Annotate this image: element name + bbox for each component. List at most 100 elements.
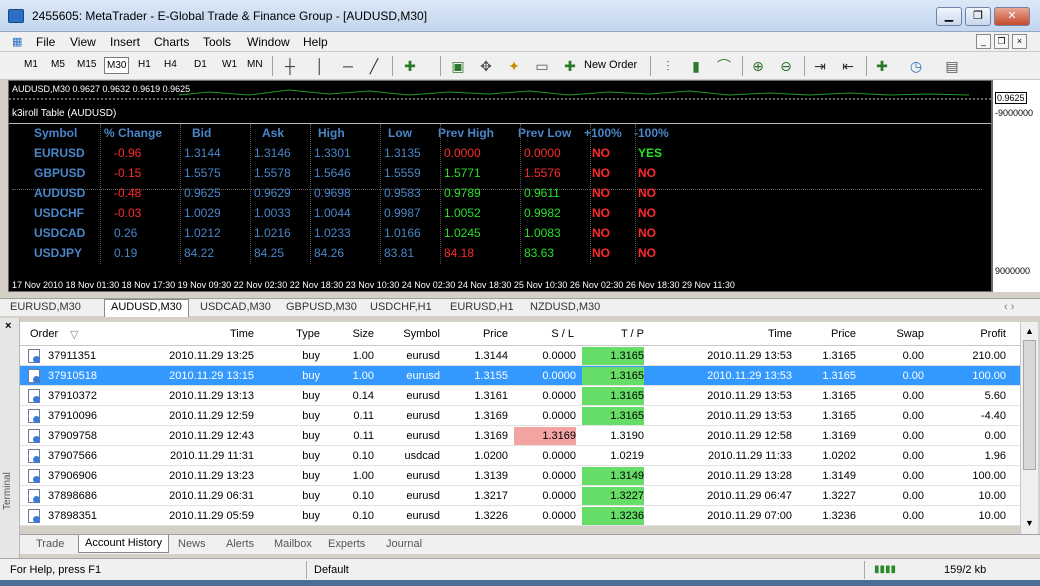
history-row[interactable]: 37898686 2010.11.29 06:31 buy 0.10 eurusd 1.3… — [20, 486, 1020, 506]
tab-scroll-arrows[interactable]: ‹ › — [1004, 301, 1014, 313]
chart-tab-usdcad-m30[interactable]: USDCAD,M30 — [200, 301, 271, 313]
add-indicator-icon[interactable]: ✚ — [402, 58, 418, 74]
tab-mailbox[interactable]: Mailbox — [274, 538, 312, 550]
timeframe-h1[interactable]: H1 — [138, 59, 151, 70]
column-header-close-price[interactable]: Price — [810, 328, 856, 340]
crosshair-icon[interactable]: ┼ — [282, 58, 298, 74]
zoom-in-icon[interactable]: ⊕ — [750, 58, 766, 74]
column-header-type[interactable]: Type — [270, 328, 320, 340]
maximize-button[interactable]: ❐ — [965, 7, 991, 26]
market-watch-icon[interactable]: ▣ — [450, 58, 466, 74]
document-icon[interactable]: ▦ — [12, 35, 22, 48]
tab-experts[interactable]: Experts — [328, 538, 365, 550]
terminal-close-icon[interactable]: × — [5, 320, 11, 332]
history-cell-open-price: 1.3161 — [474, 390, 508, 402]
status-profile[interactable]: Default — [314, 564, 349, 576]
history-row[interactable]: 37910372 2010.11.29 13:13 buy 0.14 eurusd 1.3… — [20, 386, 1020, 406]
scroll-thumb[interactable] — [1023, 340, 1036, 470]
column-header-swap[interactable]: Swap — [880, 328, 924, 340]
tab-news[interactable]: News — [178, 538, 206, 550]
menu-tools[interactable]: Tools — [203, 35, 231, 49]
timeframe-h4[interactable]: H4 — [164, 59, 177, 70]
tab-journal[interactable]: Journal — [386, 538, 422, 550]
scroll-up-icon[interactable]: ▲ — [1025, 326, 1034, 336]
favorites-icon[interactable]: ✦ — [506, 58, 522, 74]
history-row[interactable]: 37911351 2010.11.29 13:25 buy 1.00 eurusd 1.3… — [20, 346, 1020, 366]
history-row[interactable]: 37907566 2010.11.29 11:31 buy 0.10 usdcad 1.0… — [20, 446, 1020, 466]
column-header-open-time[interactable]: Time — [180, 328, 254, 340]
history-cell-size: 1.00 — [352, 370, 374, 382]
mdi-restore-button[interactable]: ❐ — [994, 34, 1009, 49]
auto-scroll-icon[interactable]: ⇥ — [812, 58, 828, 74]
candlestick-icon[interactable]: ▮ — [688, 58, 704, 74]
bar-chart-icon[interactable]: ⫶ — [660, 58, 676, 74]
tab-account-history[interactable]: Account History — [78, 535, 170, 553]
history-cell-open-price: 1.3169 — [474, 410, 508, 422]
history-row[interactable]: 37906906 2010.11.29 13:23 buy 1.00 eurusd 1.3… — [20, 466, 1020, 486]
metatrader-app-icon[interactable] — [8, 9, 24, 23]
new-order-icon[interactable]: ✚ — [562, 58, 578, 74]
timeframe-d1[interactable]: D1 — [194, 59, 207, 70]
menu-help[interactable]: Help — [303, 35, 328, 49]
templates-icon[interactable]: ▤ — [944, 58, 960, 74]
chart-tab-audusd-m30[interactable]: AUDUSD,M30 — [104, 299, 189, 317]
terminal-icon[interactable]: ▭ — [534, 58, 550, 74]
menu-charts[interactable]: Charts — [154, 35, 189, 49]
scroll-down-icon[interactable]: ▼ — [1025, 518, 1034, 528]
column-header-profit[interactable]: Profit — [950, 328, 1006, 340]
menu-view[interactable]: View — [70, 35, 96, 49]
history-row[interactable]: 37909758 2010.11.29 12:43 buy 0.11 eurusd 1.3… — [20, 426, 1020, 446]
k3-column-separator — [250, 124, 251, 264]
periodicity-icon[interactable]: ◷ — [908, 58, 924, 74]
chart-shift-icon[interactable]: ⇤ — [840, 58, 856, 74]
k3-cell-prev-low: 0.0000 — [524, 146, 561, 160]
indicators-icon[interactable]: ✚ — [874, 58, 890, 74]
zoom-out-icon[interactable]: ⊖ — [778, 58, 794, 74]
minimize-button[interactable]: ▁ — [936, 7, 962, 26]
chart-tab-usdchf-h1[interactable]: USDCHF,H1 — [370, 301, 432, 313]
history-row[interactable]: 37898351 2010.11.29 05:59 buy 0.10 eurusd 1.3… — [20, 506, 1020, 526]
timeframe-w1[interactable]: W1 — [222, 59, 237, 70]
history-cell-type: buy — [302, 390, 320, 402]
close-button[interactable]: ✕ — [994, 7, 1030, 26]
chart-tab-eurusd-h1[interactable]: EURUSD,H1 — [450, 301, 514, 313]
column-header-symbol[interactable]: Symbol — [390, 328, 440, 340]
column-header-close-time[interactable]: Time — [700, 328, 792, 340]
mdi-close-button[interactable]: × — [1012, 34, 1027, 49]
timeframe-m1[interactable]: M1 — [24, 59, 38, 70]
timeframe-m30[interactable]: M30 — [104, 57, 130, 74]
navigator-icon[interactable]: ✥ — [478, 58, 494, 74]
line-chart-icon[interactable]: ⌒ — [716, 58, 732, 74]
k3-row-separator — [12, 189, 982, 190]
chart-area[interactable] — [8, 80, 992, 292]
trendline-icon[interactable]: ╱ — [366, 58, 382, 74]
column-header-stop-loss[interactable]: S / L — [520, 328, 574, 340]
sort-descending-icon[interactable]: ▽ — [70, 328, 78, 341]
column-header-take-profit[interactable]: T / P — [590, 328, 644, 340]
tab-trade[interactable]: Trade — [36, 538, 64, 550]
chart-tab-nzdusd-m30[interactable]: NZDUSD,M30 — [530, 301, 600, 313]
column-header-order[interactable]: Order — [30, 328, 58, 340]
timeframe-mn[interactable]: MN — [247, 59, 263, 70]
menu-window[interactable]: Window — [247, 35, 290, 49]
mdi-minimize-button[interactable]: _ — [976, 34, 991, 49]
column-header-size[interactable]: Size — [330, 328, 374, 340]
history-row[interactable]: 37910096 2010.11.29 12:59 buy 0.11 eurusd 1.3… — [20, 406, 1020, 426]
history-row[interactable]: 37910518 2010.11.29 13:15 buy 1.00 eurusd 1.3… — [20, 366, 1020, 386]
menu-file[interactable]: File — [36, 35, 55, 49]
timeframe-m15[interactable]: M15 — [77, 59, 96, 70]
column-header-open-price[interactable]: Price — [450, 328, 508, 340]
vertical-line-icon[interactable]: │ — [312, 58, 328, 74]
k3-cell-low: 83.81 — [384, 246, 415, 260]
history-cell-symbol: eurusd — [406, 470, 440, 482]
horizontal-line-icon[interactable]: ─ — [340, 58, 356, 74]
history-cell-swap: 0.00 — [902, 470, 924, 482]
chart-tab-gbpusd-m30[interactable]: GBPUSD,M30 — [286, 301, 357, 313]
tab-alerts[interactable]: Alerts — [226, 538, 254, 550]
new-order-button[interactable]: New Order — [584, 59, 637, 71]
menu-insert[interactable]: Insert — [110, 35, 140, 49]
chart-tab-eurusd-m30[interactable]: EURUSD,M30 — [10, 301, 81, 313]
history-scrollbar[interactable]: ▲ ▼ — [1020, 322, 1038, 534]
history-cell-stop-loss: 0.0000 — [542, 370, 576, 382]
timeframe-m5[interactable]: M5 — [51, 59, 65, 70]
